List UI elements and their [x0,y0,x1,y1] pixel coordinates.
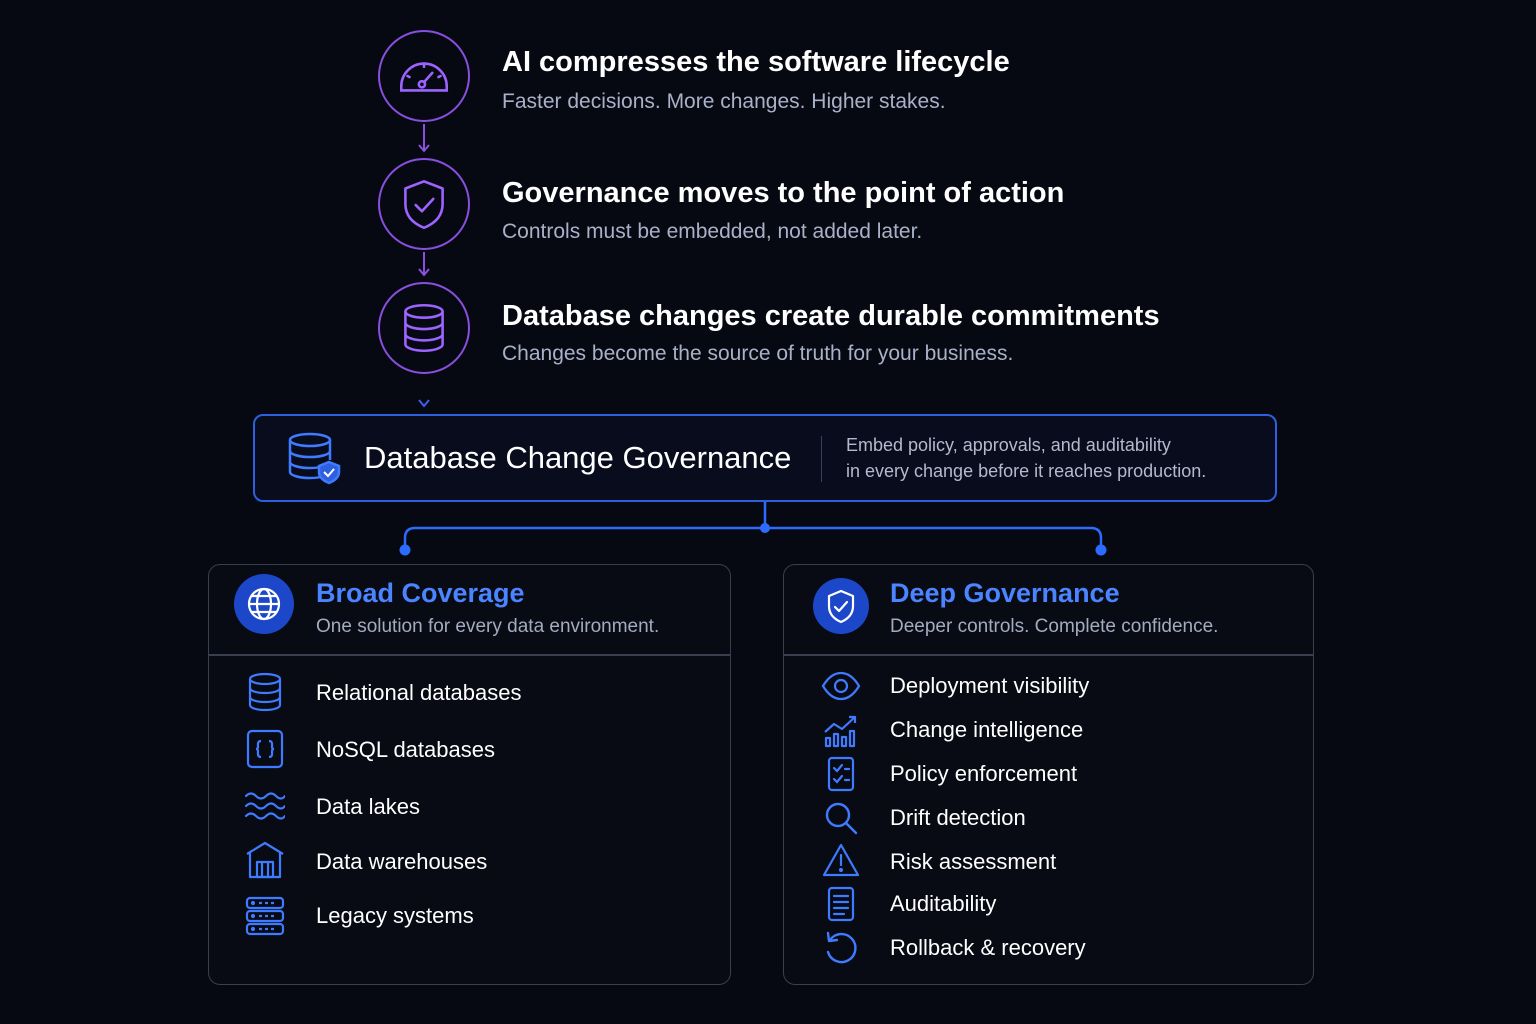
step-circle [378,282,470,374]
coverage-item-label: NoSQL databases [316,737,495,762]
governance-item-label: Deployment visibility [890,673,1090,698]
branch-connector [403,502,1103,550]
shield-check-icon [404,179,444,230]
database-icon [248,672,282,712]
governance-item-label: Drift detection [890,805,1026,830]
step-subtitle: Changes become the source of truth for y… [502,342,1014,365]
step-subtitle: Faster decisions. More changes. Higher s… [502,90,946,113]
panel-subtitle: One solution for every data environment. [316,616,660,637]
governance-item-label: Policy enforcement [890,761,1078,786]
eye-icon [821,671,861,701]
globe-icon [247,587,281,621]
coverage-item-label: Legacy systems [316,903,474,928]
divider [209,654,730,656]
governance-description-line: in every change before it reaches produc… [846,461,1207,481]
step-subtitle: Controls must be embedded, not added lat… [502,220,923,243]
governance-item-label: Rollback & recovery [890,935,1086,960]
coverage-item-label: Data warehouses [316,849,488,874]
document-icon [827,886,855,922]
coverage-item-label: Data lakes [316,794,420,819]
step-title: Database changes create durable commitme… [502,300,1160,332]
step-arrow [418,124,430,153]
step-arrow [418,374,430,408]
panel-title: Broad Coverage [316,578,525,608]
divider [784,654,1313,656]
step-title: AI compresses the software lifecycle [502,46,1010,78]
governance-description-line: Embed policy, approvals, and auditabilit… [846,435,1171,455]
governance-item-label: Auditability [890,891,997,916]
shield-check-icon [827,589,855,624]
warehouse-icon [246,841,284,879]
governance-title: Database Change Governance [364,440,792,475]
database-icon [404,303,444,353]
panel-title: Deep Governance [890,578,1120,608]
governance-item-label: Change intelligence [890,717,1084,742]
database-shield-icon [288,432,341,485]
governance-item-label: Risk assessment [890,849,1057,874]
shield-icon-badge [813,578,869,634]
speedometer-icon [399,62,449,92]
warning-icon [822,843,860,877]
waves-icon [245,792,285,820]
coverage-item-label: Relational databases [316,680,522,705]
server-icon [245,896,285,936]
magnifier-icon [825,802,858,835]
braces-icon [246,729,284,769]
step-arrow [418,252,430,277]
step-title: Governance moves to the point of action [502,177,1065,209]
panel-subtitle: Deeper controls. Complete confidence. [890,616,1219,637]
step-circle [378,30,470,122]
globe-icon-badge [234,574,294,634]
checklist-icon [827,756,855,792]
divider [821,436,822,482]
chart-trend-icon [824,715,857,748]
step-circle [378,158,470,250]
rollback-icon [826,931,857,964]
